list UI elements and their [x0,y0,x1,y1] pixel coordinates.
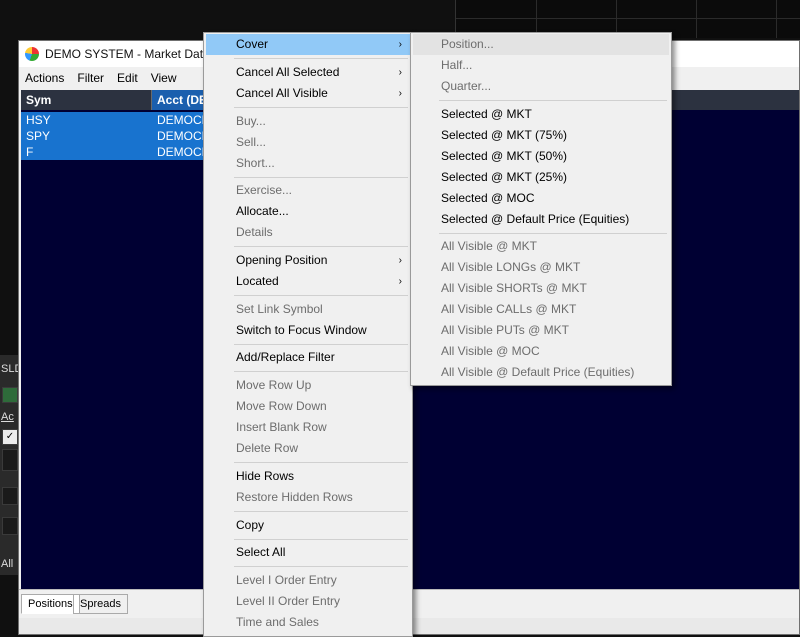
submenu-item-selected-default-price[interactable]: Selected @ Default Price (Equities) [413,209,669,230]
submenu-item-all-visible-longs-mkt[interactable]: All Visible LONGs @ MKT [413,257,669,278]
cell-acct: DEMOCH [157,145,211,159]
menu-item-level-i-order-entry[interactable]: Level I Order Entry [206,570,410,591]
submenu-item-all-visible-moc[interactable]: All Visible @ MOC [413,341,669,362]
cell-acct: DEMOCH [157,129,211,143]
menu-item-select-all[interactable]: Select All [206,542,410,563]
tab-positions[interactable]: Positions [21,594,80,614]
menu-item-insert-blank-row[interactable]: Insert Blank Row [206,417,410,438]
menu-edit[interactable]: Edit [117,71,138,85]
app-logo-icon [25,47,39,61]
cell-sym: HSY [26,113,51,127]
menu-item-opening-position[interactable]: Opening Position › [206,250,410,271]
menu-filter[interactable]: Filter [77,71,104,85]
menu-item-time-and-sales[interactable]: Time and Sales [206,612,410,633]
chevron-right-icon: › [398,276,402,287]
menu-item-allocate[interactable]: Allocate... [206,201,410,222]
submenu-item-selected-mkt-25[interactable]: Selected @ MKT (25%) [413,167,669,188]
context-menu: Cover › Cancel All Selected › Cancel All V… [203,32,413,637]
menu-item-cover[interactable]: Cover › [206,34,410,55]
menu-item-buy[interactable]: Buy... [206,111,410,132]
submenu-item-all-visible-shorts-mkt[interactable]: All Visible SHORTs @ MKT [413,278,669,299]
menu-item-add-replace-filter[interactable]: Add/Replace Filter [206,347,410,368]
window-title: DEMO SYSTEM - Market Data D [45,47,222,61]
submenu-item-selected-moc[interactable]: Selected @ MOC [413,188,669,209]
grid-icon [2,387,18,403]
chevron-right-icon: › [398,67,402,78]
menu-item-details[interactable]: Details [206,222,410,243]
submenu-item-all-visible-mkt[interactable]: All Visible @ MKT [413,236,669,257]
menu-item-short[interactable]: Short... [206,153,410,174]
submenu-item-selected-mkt[interactable]: Selected @ MKT [413,104,669,125]
menu-item-restore-hidden-rows[interactable]: Restore Hidden Rows [206,487,410,508]
menu-item-switch-to-focus-window[interactable]: Switch to Focus Window [206,320,410,341]
submenu-item-selected-mkt-50[interactable]: Selected @ MKT (50%) [413,146,669,167]
left-strip-label: All [1,558,14,570]
menu-item-located[interactable]: Located › [206,271,410,292]
background-left-panel: SLD Ac ✓ All [0,355,22,575]
menu-item-delete-row[interactable]: Delete Row [206,438,410,459]
menu-item-level-ii-order-entry[interactable]: Level II Order Entry [206,591,410,612]
menu-item-move-row-down[interactable]: Move Row Down [206,396,410,417]
submenu-item-position[interactable]: Position... [413,34,669,55]
menu-item-exercise[interactable]: Exercise... [206,180,410,201]
menu-view[interactable]: View [151,71,177,85]
chevron-right-icon: › [398,39,402,50]
checkmark-icon[interactable]: ✓ [2,429,18,445]
table-row[interactable]: SPY DEMOCH [21,128,221,144]
cell-acct: DEMOCH [157,113,211,127]
column-header-sym[interactable]: Sym [21,90,152,110]
menu-item-cancel-all-visible[interactable]: Cancel All Visible › [206,83,410,104]
submenu-item-all-visible-puts-mkt[interactable]: All Visible PUTs @ MKT [413,320,669,341]
submenu-item-quarter[interactable]: Quarter... [413,76,669,97]
submenu-item-selected-mkt-75[interactable]: Selected @ MKT (75%) [413,125,669,146]
cover-submenu: Position... Half... Quarter... Selected … [410,32,672,386]
cell-sym: SPY [26,129,51,143]
cell-sym: F [26,145,34,159]
menu-item-move-row-up[interactable]: Move Row Up [206,375,410,396]
menu-item-sell[interactable]: Sell... [206,132,410,153]
menu-item-cancel-all-selected[interactable]: Cancel All Selected › [206,62,410,83]
left-strip-label: Ac [1,411,14,423]
submenu-item-all-visible-default-price[interactable]: All Visible @ Default Price (Equities) [413,362,669,383]
menu-item-copy[interactable]: Copy [206,515,410,536]
menu-item-set-link-symbol[interactable]: Set Link Symbol [206,299,410,320]
menu-actions[interactable]: Actions [25,71,64,85]
chevron-right-icon: › [398,255,402,266]
menu-item-hide-rows[interactable]: Hide Rows [206,466,410,487]
submenu-item-all-visible-calls-mkt[interactable]: All Visible CALLs @ MKT [413,299,669,320]
table-row[interactable]: F DEMOCH [21,144,221,160]
table-row[interactable]: HSY DEMOCH [21,112,221,128]
chevron-right-icon: › [398,88,402,99]
tab-spreads[interactable]: Spreads [73,594,128,614]
submenu-item-half[interactable]: Half... [413,55,669,76]
